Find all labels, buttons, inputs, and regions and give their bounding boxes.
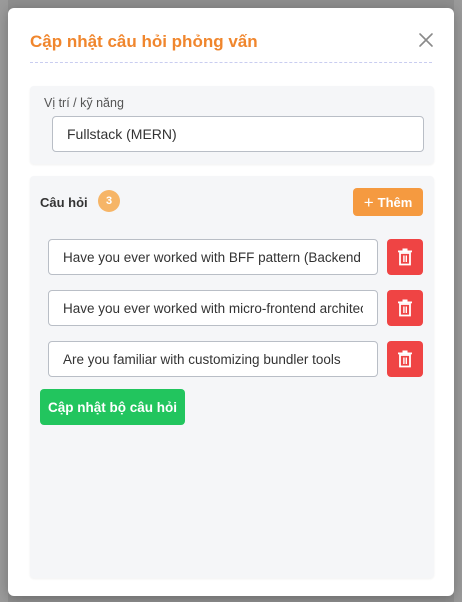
question-count-badge: 3 — [98, 190, 120, 212]
position-section: Vị trí / kỹ năng — [30, 86, 434, 164]
add-question-label: Thêm — [377, 194, 413, 210]
backdrop-left — [0, 0, 8, 602]
add-question-button[interactable]: + Thêm — [353, 188, 423, 216]
modal-title: Cập nhật câu hỏi phỏng vấn — [30, 32, 258, 51]
header-divider — [30, 62, 432, 63]
question-input[interactable] — [48, 290, 378, 326]
delete-question-button[interactable] — [387, 341, 423, 377]
position-label: Vị trí / kỹ năng — [44, 96, 124, 110]
position-input[interactable] — [52, 116, 424, 152]
plus-icon: + — [363, 192, 374, 212]
trash-icon — [398, 299, 412, 317]
question-input[interactable] — [48, 341, 378, 377]
question-row — [48, 290, 423, 326]
update-question-set-button[interactable]: Cập nhật bộ câu hỏi — [40, 389, 186, 425]
question-input[interactable] — [48, 239, 378, 275]
edit-questions-modal: Cập nhật câu hỏi phỏng vấn Vị trí / kỹ n… — [8, 8, 454, 596]
questions-title: Câu hỏi — [40, 195, 88, 210]
trash-icon — [398, 248, 412, 266]
delete-question-button[interactable] — [387, 239, 423, 275]
question-row — [48, 239, 423, 275]
close-icon[interactable] — [414, 28, 438, 52]
trash-icon — [398, 350, 412, 368]
question-row — [48, 341, 423, 377]
questions-section: Câu hỏi 3 + Thêm Have you ever worked wi… — [30, 176, 434, 578]
delete-question-button[interactable] — [387, 290, 423, 326]
backdrop-right — [454, 0, 462, 602]
